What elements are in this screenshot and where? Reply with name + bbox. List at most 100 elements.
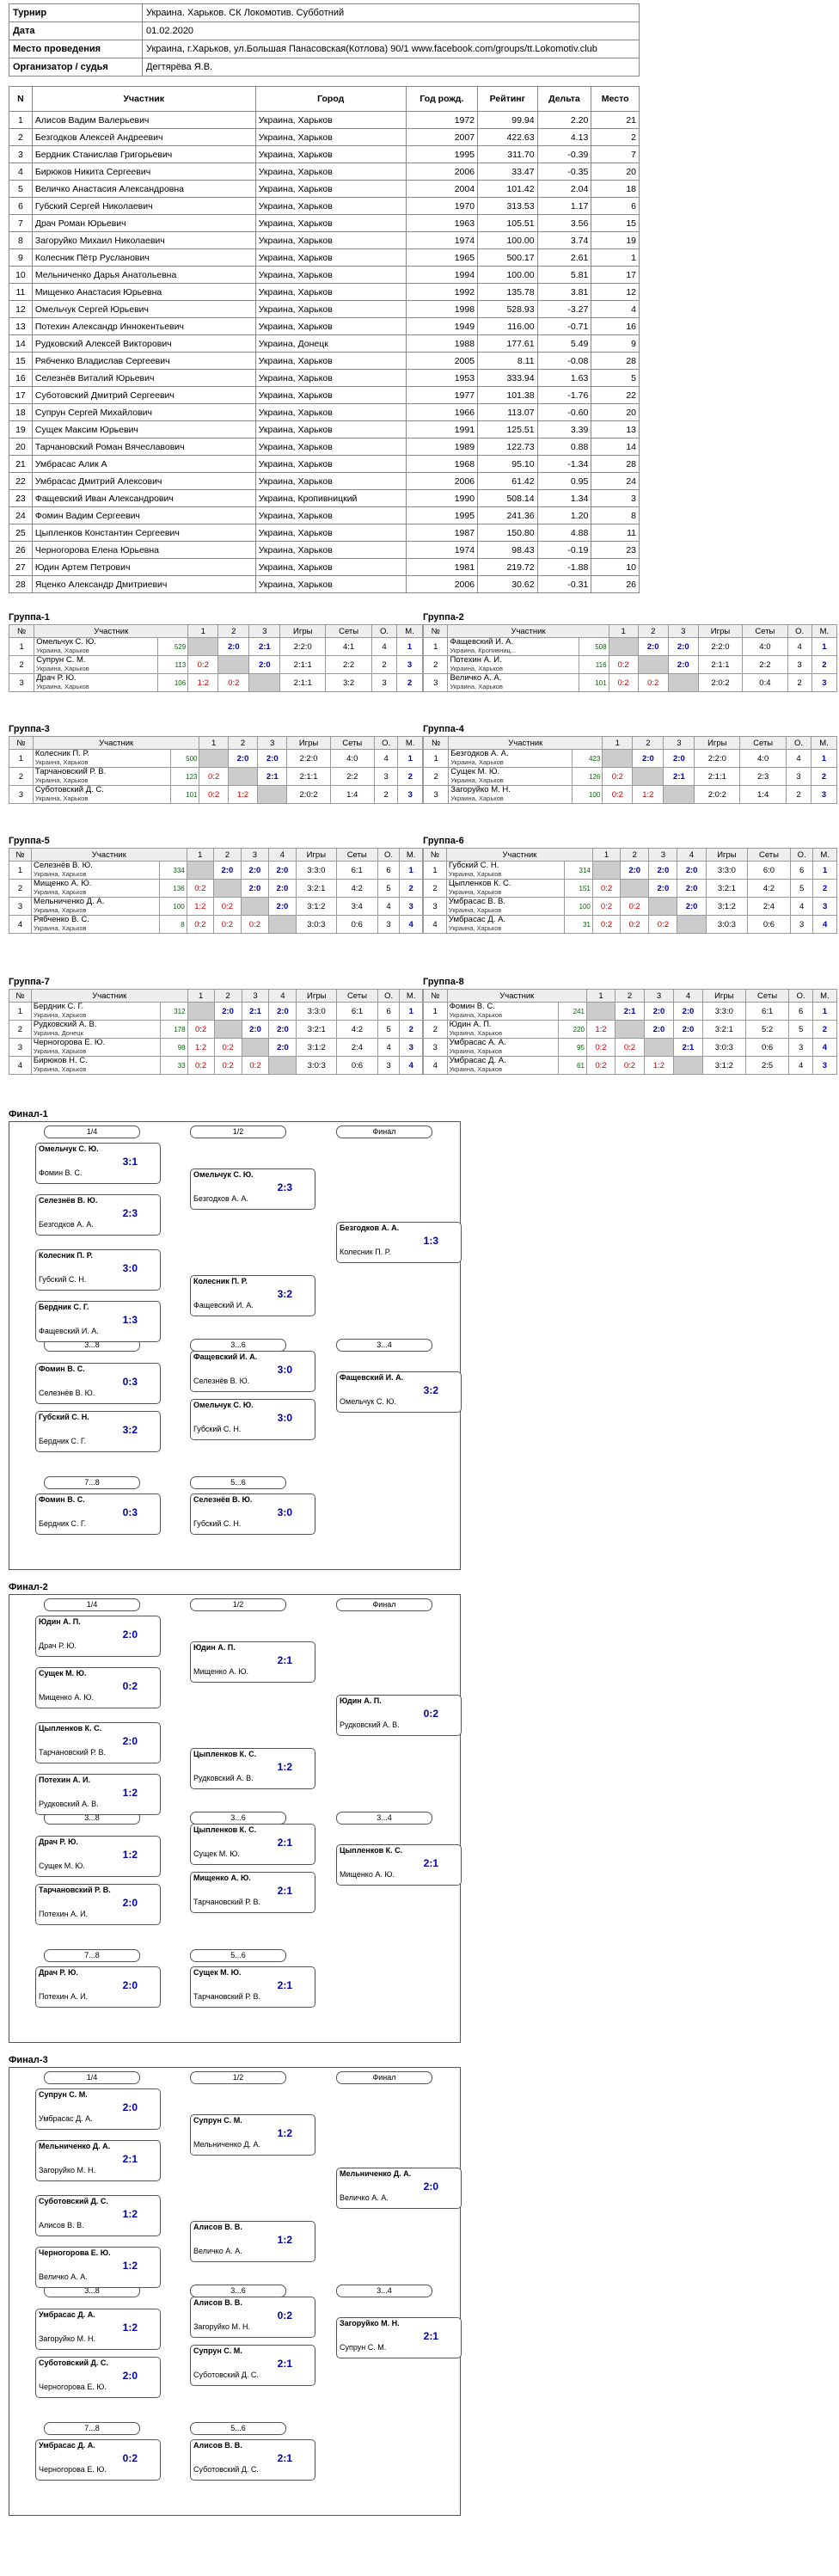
- player-cell: 21: [9, 455, 33, 473]
- player-cell: 1953: [405, 369, 479, 387]
- group-row: 3 Загоруйко М. Н. Украина, Харьков 100 0:2 1:…: [422, 785, 837, 804]
- group-score: 2:0: [267, 897, 297, 916]
- group-score: 2:0: [667, 637, 699, 656]
- group-row: 2 Потехин А. И. Украина, Харьков 116 0:2 2:0 2…: [422, 655, 838, 674]
- group-stat: 2:3: [739, 767, 787, 786]
- group-stat: 4: [788, 1056, 813, 1075]
- group-row: 4 Умбрасас Д. А. Украина, Харьков 61 0:2 0:2 1…: [423, 1056, 838, 1075]
- group-block: Группа-3 № Участник 1 2 3 Игры Сеты О. М. 1 Колесни…: [9, 724, 423, 804]
- group-score: 2:0: [240, 861, 269, 880]
- group-score: 0:2: [602, 785, 634, 804]
- group-header-cell: 1: [602, 736, 634, 750]
- match: Безгодков А. А. 1:3 Колесник П. Р.: [336, 1222, 462, 1263]
- player-cell: 1.17: [536, 197, 592, 215]
- match-score: 1:2: [122, 1787, 138, 1799]
- group-row: 1 Омельчук С. Ю. Украина, Харьков 529 2:0 2:1…: [8, 637, 424, 656]
- group-player: Умбрасас А. А. Украина, Харьков: [446, 1038, 559, 1057]
- group-score: 2:0: [643, 1020, 674, 1039]
- match-player-a: Сущек М. Ю.: [39, 1669, 87, 1677]
- group-stat: 3: [811, 1056, 838, 1075]
- group-player: Бирюков Н. С. Украина, Харьков: [30, 1056, 162, 1075]
- group-stat: 3: [788, 1038, 813, 1057]
- match-player-b: Сущек М. Ю.: [193, 1849, 240, 1858]
- player-cell: Супрун Сергей Михайлович: [31, 403, 256, 421]
- match: Потехин А. И. 1:2 Рудковский А. В.: [35, 1774, 161, 1815]
- player-row: 21 Умбрасас Алик А Украина, Харьков 1968 95.…: [9, 455, 640, 473]
- group-block: Группа-8 № Участник 1 2 3 4 Игры Сеты О. М. 1 Фомин …: [423, 977, 838, 1075]
- group-header: № Участник 1 2 3 Игры Сеты О. М.: [8, 624, 424, 638]
- group-score: 0:2: [241, 1056, 270, 1075]
- group-stat: 4: [812, 915, 837, 934]
- player-cell: 27: [9, 558, 33, 576]
- player-cell: 23: [9, 489, 33, 507]
- match-player-a: Супрун С. М.: [39, 2090, 88, 2099]
- player-row: 8 Загоруйко Михаил Николаевич Украина, Хар…: [9, 231, 640, 249]
- group-header-cell: Сеты: [747, 848, 791, 862]
- round-label: Финал: [336, 1125, 432, 1138]
- group-row: 3 Умбрасас В. В. Украина, Харьков 100 0:2 0:2…: [423, 897, 837, 916]
- player-cell: 333.94: [477, 369, 538, 387]
- player-cell: 3: [591, 489, 640, 507]
- match-player-b: Загоруйко М. Н.: [39, 2166, 96, 2174]
- player-cell: 1991: [405, 420, 479, 439]
- match-player-a: Бердник С. Г.: [39, 1303, 89, 1311]
- group-stat: 4:2: [335, 879, 378, 898]
- group-num: 2: [422, 655, 449, 674]
- group-stat: 3:1:2: [701, 1056, 746, 1075]
- player-cell: 0.88: [536, 438, 592, 456]
- group-score: [663, 785, 695, 804]
- player-row: 9 Колесник Пётр Русланович Украина, Харько…: [9, 248, 640, 267]
- group-num: 3: [9, 785, 34, 804]
- group-score: 0:2: [591, 879, 622, 898]
- group-stat: 1: [811, 637, 838, 656]
- group-player: Драч Р. Ю. Украина, Харьков: [34, 673, 158, 692]
- group-stat: 3:1:2: [295, 897, 337, 916]
- group-header-cell: М.: [399, 848, 423, 862]
- group-score: [257, 785, 288, 804]
- group-score: 2:0: [620, 861, 650, 880]
- player-cell: 1966: [405, 403, 479, 421]
- player-cell: Колесник Пётр Русланович: [31, 248, 256, 267]
- group-score: 0:2: [608, 655, 639, 674]
- match-score: 3:0: [277, 1364, 292, 1376]
- match: Бердник С. Г. 1:3 Фащевский И. А.: [35, 1301, 161, 1342]
- group-header-cell: 2: [632, 736, 664, 750]
- player-cell: 1949: [405, 317, 479, 335]
- group-row: 4 Бирюков Н. С. Украина, Харьков 33 0:2 0:2 0:…: [9, 1056, 423, 1075]
- player-cell: 1963: [405, 214, 479, 232]
- player-cell: Украина, Харьков: [254, 575, 407, 593]
- group-stat: 2:1:1: [286, 767, 331, 786]
- group-stat: 2: [811, 655, 838, 674]
- player-cell: Украина, Донецк: [254, 334, 407, 353]
- match: Мищенко А. Ю. 2:1 Тарчановский Р. В.: [190, 1872, 315, 1913]
- match-score: 0:2: [122, 2452, 138, 2464]
- player-cell: 61.42: [477, 472, 538, 490]
- player-cell: 2006: [405, 472, 479, 490]
- match-score: 3:0: [277, 1506, 292, 1518]
- group-stat: 4:0: [742, 637, 788, 656]
- group-num: 3: [8, 673, 35, 692]
- player-cell: -0.60: [536, 403, 592, 421]
- group-num: 2: [9, 767, 34, 786]
- player-cell: 99.94: [477, 111, 538, 129]
- player-cell: Рябченко Владислав Сергеевич: [31, 352, 256, 370]
- group-stat: 5: [377, 879, 401, 898]
- player-cell: 105.51: [477, 214, 538, 232]
- group-stat: 6: [789, 861, 814, 880]
- match-score: 2:0: [122, 1897, 138, 1909]
- group-stat: 4: [377, 897, 401, 916]
- match: Черногорова Е. Ю. 1:2 Величко А. А.: [35, 2247, 161, 2288]
- group-stat: 3: [399, 1038, 423, 1057]
- match-score: 2:1: [277, 1837, 292, 1849]
- group-score: 2:0: [648, 861, 678, 880]
- group-stat: 3:0:3: [296, 1056, 338, 1075]
- match-player-b: Величко А. А.: [193, 2247, 242, 2255]
- player-cell: 1977: [405, 386, 479, 404]
- group-num: 1: [8, 637, 35, 656]
- match-player-b: Потехин А. И.: [39, 1910, 89, 1918]
- group-score: 0:2: [620, 897, 650, 916]
- group-header-cell: М.: [399, 989, 423, 1003]
- group-score: [213, 1020, 242, 1039]
- group-score: 2:0: [637, 637, 669, 656]
- player-cell: 101.38: [477, 386, 538, 404]
